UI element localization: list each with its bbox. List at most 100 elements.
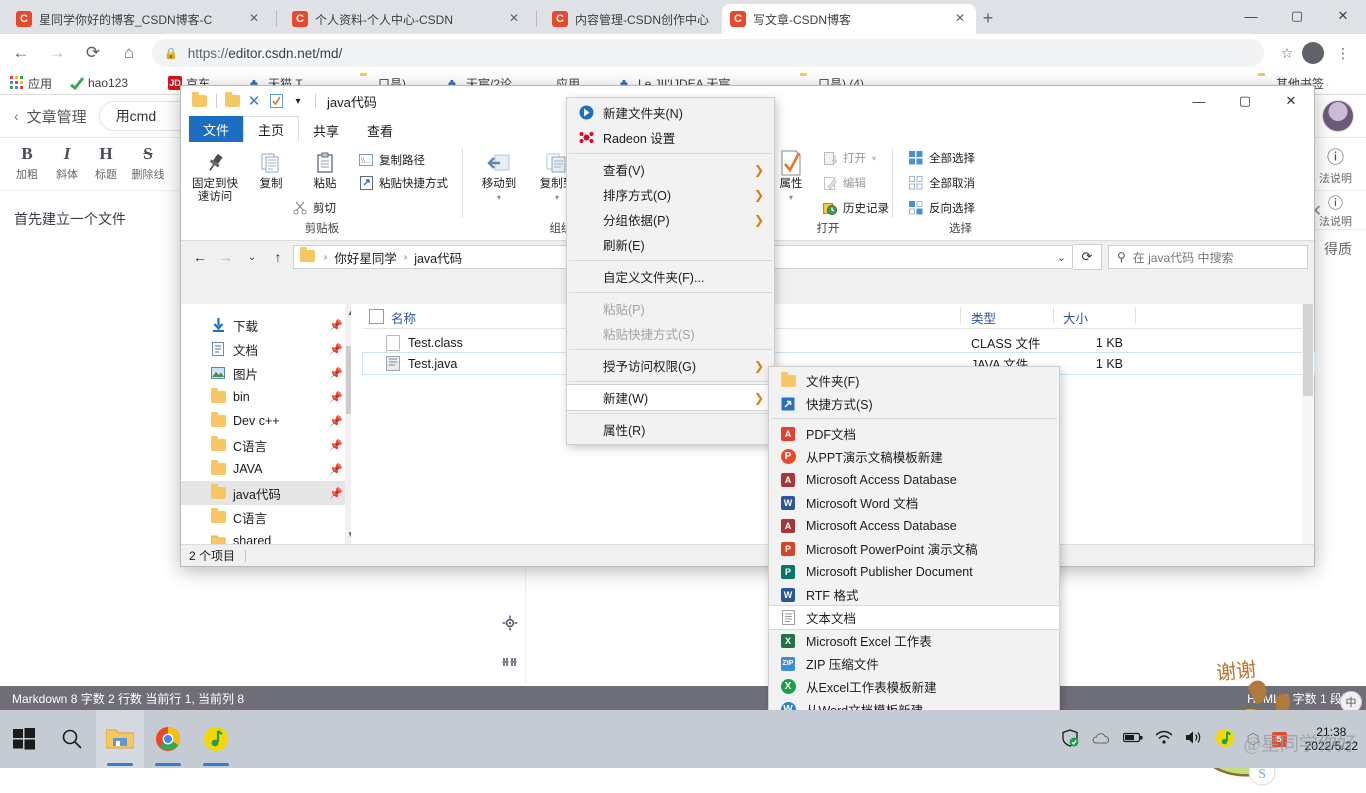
refresh-icon[interactable]: ⟳ [1073, 244, 1102, 270]
explorer-maximize-button[interactable]: ▢ [1222, 86, 1268, 116]
toolbar-heading-button[interactable]: H 标题 [85, 144, 127, 182]
select-all-checkbox[interactable] [369, 309, 384, 324]
copy-path-button[interactable]: \\... 复制路径 [357, 152, 425, 168]
pin-icon[interactable]: 📌 [329, 367, 343, 380]
bookmark-hao123[interactable]: hao123 [70, 74, 128, 92]
submenu-item-publisher[interactable]: P Microsoft Publisher Document [769, 560, 1059, 583]
nav-item-documents[interactable]: 文档 📌 [181, 337, 351, 361]
pin-icon[interactable]: 📌 [329, 343, 343, 356]
column-header-size[interactable]: 大小 [1063, 308, 1088, 327]
ribbon-tab-home[interactable]: 主页 [243, 116, 300, 142]
new-tab-button[interactable]: + [976, 7, 1000, 31]
pin-icon[interactable]: 📌 [329, 487, 343, 500]
context-menu-item-refresh[interactable]: 刷新(E) [567, 232, 774, 257]
sync-scroll-icon[interactable] [495, 656, 525, 675]
breadcrumb-dropdown-icon[interactable]: ⌄ [1057, 251, 1066, 264]
open-button[interactable]: 打开 ▾ [821, 150, 876, 166]
pin-icon[interactable]: 📌 [329, 415, 343, 428]
column-divider[interactable] [1135, 307, 1136, 324]
submenu-item-access-database-1[interactable]: A Microsoft Access Database [769, 468, 1059, 491]
browser-tab-1[interactable]: C 个人资料-个人中心-CSDN ✕ [284, 4, 530, 34]
paste-button[interactable]: 粘贴 [297, 148, 353, 191]
nav-item-c-language-2[interactable]: C语言 [181, 505, 351, 529]
ribbon-tab-view[interactable]: 查看 [353, 118, 407, 142]
back-icon[interactable]: ← [6, 38, 36, 68]
explorer-search-input[interactable]: ⚲ 在 java代码 中搜索 [1108, 245, 1308, 269]
user-avatar[interactable] [1322, 100, 1354, 132]
syntax-help-button[interactable]: ⓘ 法说明 [1319, 148, 1352, 186]
ribbon-tab-share[interactable]: 共享 [299, 118, 353, 142]
explorer-forward-icon[interactable]: → [213, 245, 239, 269]
explorer-up-icon[interactable]: ↑ [265, 245, 291, 269]
submenu-item-powerpoint[interactable]: P Microsoft PowerPoint 演示文稿 [769, 537, 1059, 560]
explorer-minimize-button[interactable]: — [1176, 86, 1222, 116]
taskbar-search-icon[interactable] [48, 710, 96, 768]
context-menu-item-sort-by[interactable]: 排序方式(O) ❯ [567, 182, 774, 207]
nav-item-bin[interactable]: bin 📌 [181, 385, 351, 409]
edit-button[interactable]: 编辑 [821, 175, 866, 191]
scroll-up-icon[interactable]: ▲ [345, 306, 351, 320]
context-menu-item-group-by[interactable]: 分组依据(P) ❯ [567, 207, 774, 232]
context-menu-item-customize-folder[interactable]: 自定义文件夹(F)... [567, 264, 774, 289]
history-button[interactable]: 历史记录 [821, 200, 889, 216]
context-menu-item-radeon-settings[interactable]: Radeon 设置 [567, 125, 774, 150]
scrollbar-thumb[interactable] [1303, 304, 1313, 396]
nav-item-pictures[interactable]: 图片 📌 [181, 361, 351, 385]
back-to-article-management-link[interactable]: ‹ 文章管理 [14, 106, 87, 127]
tab-close-icon[interactable]: ✕ [246, 11, 262, 27]
pin-icon[interactable]: 📌 [329, 463, 343, 476]
target-icon[interactable] [495, 615, 525, 634]
submenu-item-word-document[interactable]: W Microsoft Word 文档 [769, 491, 1059, 514]
taskbar-chrome-icon[interactable] [144, 710, 192, 768]
submenu-item-excel[interactable]: X Microsoft Excel 工作表 [769, 629, 1059, 652]
submenu-item-pdf[interactable]: A PDF文档 [769, 422, 1059, 445]
preview-syntax-help[interactable]: ⓘ 法说明 [1319, 195, 1352, 229]
browser-close-button[interactable]: ✕ [1320, 0, 1366, 32]
copy-button[interactable]: 复制 [243, 148, 299, 191]
column-divider[interactable] [1053, 307, 1054, 324]
nav-item-shared[interactable]: shared [181, 529, 351, 544]
pin-icon[interactable]: 📌 [329, 319, 343, 332]
move-to-button[interactable]: 移动到 ▾ [471, 148, 527, 204]
submenu-item-text-document[interactable]: 文本文档 [768, 605, 1060, 630]
tab-close-icon[interactable]: ✕ [506, 11, 522, 27]
submenu-item-rtf[interactable]: W RTF 格式 [769, 583, 1059, 606]
submenu-item-ppt-template[interactable]: P 从PPT演示文稿模板新建 [769, 445, 1059, 468]
context-menu-item-view[interactable]: 查看(V) ❯ [567, 157, 774, 182]
delete-icon[interactable]: ✕ [244, 91, 264, 111]
nav-pane-scrollbar[interactable]: ▲ ▼ [345, 304, 351, 544]
taskbar-file-explorer-icon[interactable] [96, 710, 144, 768]
submenu-item-zip[interactable]: ZIP ZIP 压缩文件 [769, 652, 1059, 675]
battery-icon[interactable] [1122, 731, 1143, 747]
pin-icon[interactable]: 📌 [329, 439, 343, 452]
submenu-item-shortcut[interactable]: 快捷方式(S) [769, 392, 1059, 415]
file-list-scrollbar[interactable] [1302, 304, 1314, 544]
toolbar-italic-button[interactable]: I 斜体 [46, 144, 88, 182]
breadcrumb-item-1[interactable]: java代码 [414, 248, 462, 267]
nav-item-dev-cpp[interactable]: Dev c++ 📌 [181, 409, 351, 433]
invert-selection-button[interactable]: 反向选择 [907, 200, 975, 216]
browser-maximize-button[interactable]: ▢ [1274, 0, 1320, 32]
pin-to-quick-access-button[interactable]: 固定到快 速访问 [187, 148, 243, 204]
cloud-icon[interactable] [1091, 731, 1111, 748]
ribbon-tab-file[interactable]: 文件 [189, 116, 244, 142]
chevron-down-icon[interactable]: ▾ [872, 154, 876, 163]
nav-item-downloads[interactable]: 下载 📌 [181, 313, 351, 337]
sogou-ime-icon[interactable] [1215, 728, 1235, 751]
chrome-menu-icon[interactable]: ⋮ [1330, 40, 1356, 66]
nav-item-java[interactable]: JAVA 📌 [181, 457, 351, 481]
taskbar-qq-music-icon[interactable] [192, 710, 240, 768]
context-menu-item-properties[interactable]: 属性(R) [567, 417, 774, 442]
chevron-down-icon[interactable]: ▾ [288, 91, 308, 111]
windows-start-icon[interactable] [0, 710, 48, 768]
properties-icon[interactable] [266, 91, 286, 111]
volume-icon[interactable] [1185, 730, 1203, 748]
home-icon[interactable]: ⌂ [114, 38, 144, 68]
table-row[interactable]: Test.class CLASS 文件 1 KB [363, 332, 1314, 353]
security-icon[interactable] [1061, 728, 1079, 750]
column-divider[interactable] [960, 307, 961, 324]
submenu-item-folder[interactable]: 文件夹(F) [769, 369, 1059, 392]
submenu-item-access-database-2[interactable]: A Microsoft Access Database [769, 514, 1059, 537]
chevron-down-icon[interactable]: ▾ [471, 191, 527, 204]
recent-locations-icon[interactable]: ⌄ [239, 245, 265, 269]
